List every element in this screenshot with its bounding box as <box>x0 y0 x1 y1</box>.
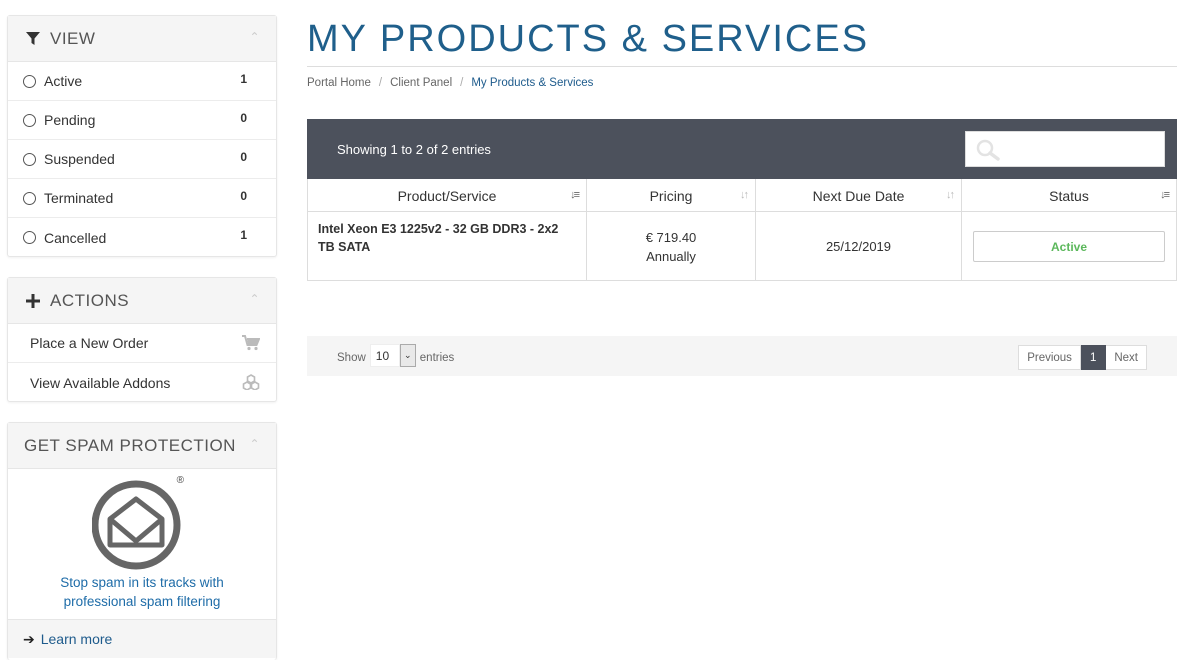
trademark-symbol: ® <box>176 475 184 486</box>
filter-label: Suspended <box>44 151 115 167</box>
page-length-value: 10 <box>369 344 400 367</box>
product-name[interactable]: Intel Xeon E3 1225v2 - 32 GB DDR3 - 2x2 … <box>307 212 587 281</box>
chevron-down-icon[interactable]: ⌄ <box>399 344 416 367</box>
billing-cycle: Annually <box>646 248 696 264</box>
action-label: View Available Addons <box>30 374 171 391</box>
filter-terminated[interactable]: Terminated 0 <box>8 179 276 218</box>
place-new-order-link[interactable]: Place a New Order <box>8 324 276 363</box>
previous-page-button[interactable]: Previous <box>1018 345 1081 370</box>
action-label: Place a New Order <box>30 335 149 351</box>
page-title: MY PRODUCTS & SERVICES <box>307 18 870 60</box>
table-info: Showing 1 to 2 of 2 entries <box>337 142 491 157</box>
filter-count: 0 <box>240 189 247 203</box>
filter-count: 1 <box>240 72 247 86</box>
table-footer: Show 10 ⌄ entries Previous 1 Next <box>307 336 1177 376</box>
cubes-icon <box>242 374 260 393</box>
sort-icon[interactable]: ↓↑ <box>946 189 955 201</box>
table-header: Product/Service ↓≡ Pricing ↓↑ Next Due D… <box>307 179 1177 212</box>
sort-desc-icon[interactable]: ↓≡ <box>570 189 580 201</box>
search-icon <box>976 139 1002 166</box>
filter-active[interactable]: Active 1 <box>8 62 276 101</box>
radio-icon[interactable] <box>23 152 36 166</box>
page-1-button[interactable]: 1 <box>1080 345 1107 370</box>
view-available-addons-link[interactable]: View Available Addons <box>8 363 276 402</box>
column-header-label: Next Due Date <box>812 187 905 204</box>
table-row[interactable]: Intel Xeon E3 1225v2 - 32 GB DDR3 - 2x2 … <box>307 212 1177 281</box>
learn-more-link[interactable]: ➔ Learn more <box>8 619 276 658</box>
sort-desc-icon[interactable]: ↓≡ <box>1160 189 1170 201</box>
next-page-button[interactable]: Next <box>1106 345 1147 370</box>
spam-text-line1: Stop spam in its tracks with <box>60 575 224 590</box>
cart-icon <box>242 335 261 354</box>
filter-suspended[interactable]: Suspended 0 <box>8 140 276 179</box>
column-header-label: Status <box>1049 187 1089 204</box>
pagination: Previous 1 Next <box>1018 345 1147 370</box>
radio-icon[interactable] <box>23 74 36 88</box>
status-badge: Active <box>973 231 1165 262</box>
column-header-label: Pricing <box>649 187 693 204</box>
status-cell: Active <box>962 212 1177 281</box>
sort-icon[interactable]: ↓↑ <box>740 189 749 201</box>
breadcrumb: Portal Home / Client Panel / My Products & S… <box>307 77 594 89</box>
breadcrumb-portal-home[interactable]: Portal Home <box>307 77 371 89</box>
chevron-up-icon[interactable]: ⌃ <box>249 30 260 44</box>
spam-protection-panel: GET SPAM PROTECTION ⌃ ® Stop spam in its… <box>7 422 277 660</box>
col-next-due-date[interactable]: Next Due Date ↓↑ <box>756 179 962 212</box>
filter-count: 0 <box>240 111 247 125</box>
breadcrumb-current: My Products & Services <box>471 77 594 89</box>
view-panel-title: VIEW <box>50 28 96 48</box>
spam-panel-title: GET SPAM PROTECTION <box>24 435 236 455</box>
radio-icon[interactable] <box>23 191 36 205</box>
pricing-cell: € 719.40 Annually <box>587 212 756 281</box>
col-pricing[interactable]: Pricing ↓↑ <box>587 179 756 212</box>
table-toolbar: Showing 1 to 2 of 2 entries <box>307 119 1177 179</box>
price-amount: € 719.40 <box>645 229 697 245</box>
spam-description: Stop spam in its tracks with professiona… <box>18 573 266 611</box>
show-label: Show <box>337 352 366 364</box>
actions-panel: ACTIONS ⌃ Place a New Order View Availab… <box>7 277 277 402</box>
filter-icon <box>24 31 42 46</box>
col-status[interactable]: Status ↓≡ <box>962 179 1177 212</box>
filter-label: Cancelled <box>44 229 107 246</box>
learn-more-label: Learn more <box>40 631 113 647</box>
filter-label: Active <box>44 73 83 89</box>
chevron-up-icon[interactable]: ⌃ <box>249 437 260 451</box>
arrow-right-icon: ➔ <box>23 630 35 647</box>
table-search-input[interactable] <box>965 131 1165 167</box>
spam-text-line2: professional spam filtering <box>63 594 221 609</box>
filter-label: Pending <box>44 112 96 128</box>
filter-count: 1 <box>240 228 247 242</box>
spam-envelope-logo: ® <box>91 475 192 571</box>
column-header-label: Product/Service <box>397 187 497 204</box>
actions-panel-title: ACTIONS <box>50 290 130 310</box>
chevron-up-icon[interactable]: ⌃ <box>249 292 260 306</box>
view-panel-header[interactable]: VIEW ⌃ <box>8 16 276 62</box>
spam-promo: ® Stop spam in its tracks with professio… <box>8 469 276 619</box>
filter-count: 0 <box>240 150 247 164</box>
radio-icon[interactable] <box>23 231 36 244</box>
page-length-control: Show 10 ⌄ entries <box>337 344 455 367</box>
filter-label: Terminated <box>44 190 114 206</box>
title-divider <box>307 66 1177 67</box>
filter-pending[interactable]: Pending 0 <box>8 101 276 140</box>
breadcrumb-client-panel[interactable]: Client Panel <box>390 77 452 89</box>
radio-icon[interactable] <box>23 113 36 127</box>
col-product-service[interactable]: Product/Service ↓≡ <box>307 179 587 212</box>
next-due-date: 25/12/2019 <box>756 212 962 281</box>
filter-cancelled[interactable]: Cancelled 1 <box>8 218 276 257</box>
page-length-select[interactable]: 10 ⌄ <box>369 344 416 367</box>
plus-icon <box>24 293 42 308</box>
spam-panel-header[interactable]: GET SPAM PROTECTION ⌃ <box>8 423 276 469</box>
view-panel: VIEW ⌃ Active 1 Pending 0 Suspended 0 Te… <box>7 15 277 257</box>
actions-panel-header[interactable]: ACTIONS ⌃ <box>8 278 276 324</box>
entries-label: entries <box>419 352 455 364</box>
